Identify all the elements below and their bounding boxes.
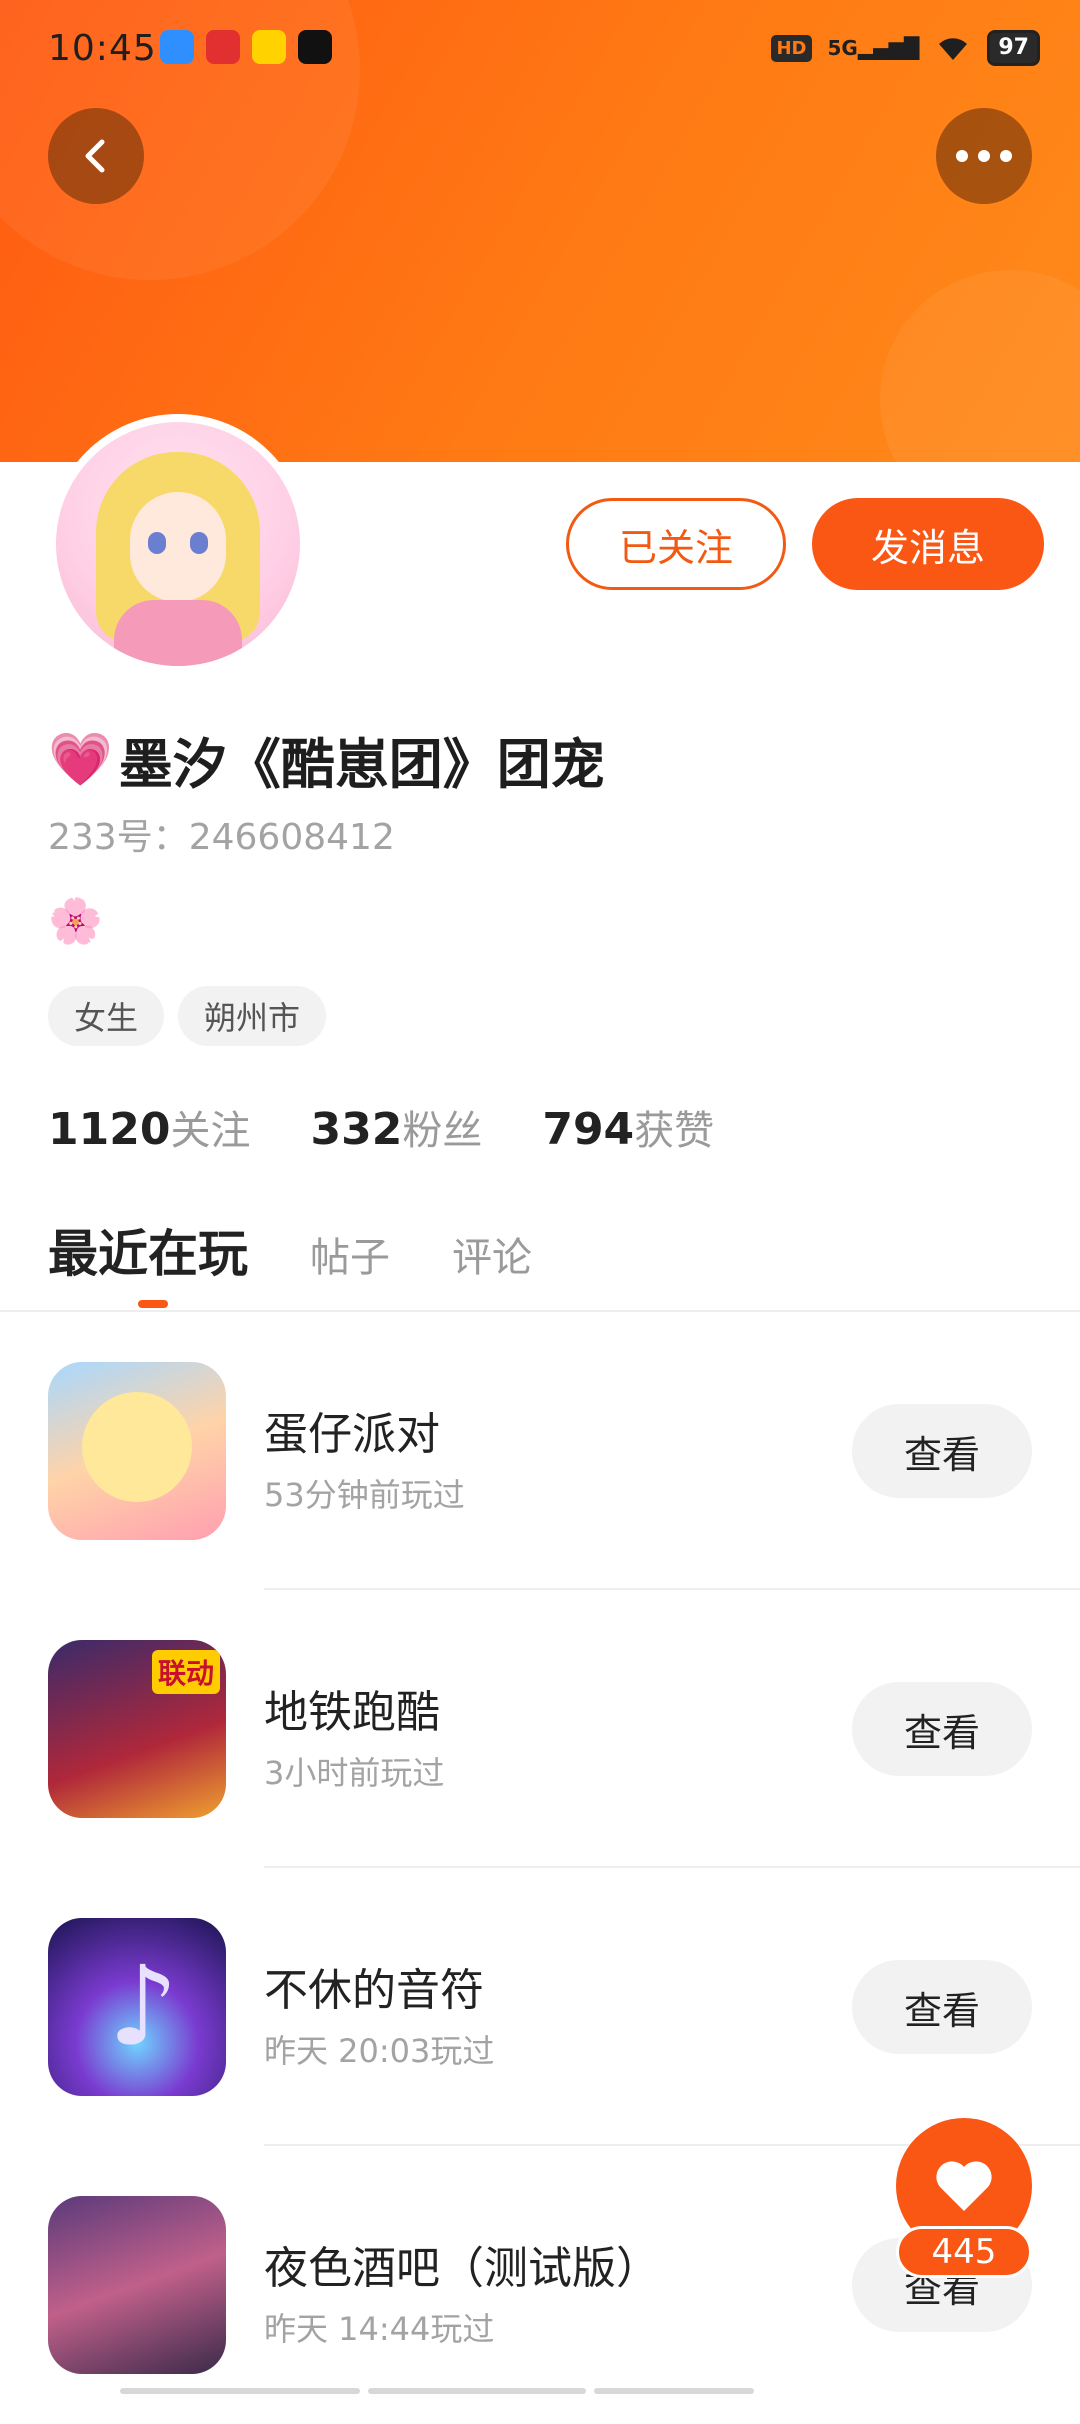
view-button[interactable]: 查看: [852, 1404, 1032, 1498]
stat-following[interactable]: 1120关注: [48, 1098, 250, 1156]
profile-tags: 女生 朔州市: [48, 986, 327, 1046]
more-dots-icon: [956, 150, 1012, 162]
view-button[interactable]: 查看: [852, 1960, 1032, 2054]
app-notification-icon: [160, 30, 194, 64]
tiktok-icon: [298, 30, 332, 64]
game-last-played: 昨天 20:03玩过: [264, 2032, 495, 2070]
list-item[interactable]: ♪ 不休的音符 昨天 20:03玩过 查看: [0, 1868, 1080, 2146]
chevron-left-icon: [85, 139, 105, 173]
stat-number: 794: [542, 1104, 635, 1155]
app-notification-icon: [206, 30, 240, 64]
banner-decoration: [880, 270, 1080, 462]
game-title: 不休的音符: [264, 1965, 484, 2016]
network-type: 5G: [827, 36, 858, 60]
battery-indicator: 97: [987, 30, 1040, 66]
game-last-played: 3小时前玩过: [264, 1754, 445, 1792]
tab-comments[interactable]: 评论: [452, 1225, 532, 1283]
game-badge: 联动: [151, 1650, 220, 1694]
more-button[interactable]: [936, 108, 1032, 204]
stat-label: 粉丝: [402, 1108, 483, 1154]
list-item[interactable]: 联动 地铁跑酷 3小时前玩过 查看: [0, 1590, 1080, 1868]
user-id: 233号：246608412: [48, 817, 395, 858]
view-button[interactable]: 查看: [852, 1682, 1032, 1776]
game-icon: ♪: [48, 1918, 226, 2096]
game-last-played: 53分钟前玩过: [264, 1476, 465, 1514]
network-indicator: 5G▂▄▆█: [827, 36, 920, 60]
tag-location: 朔州市: [178, 986, 327, 1046]
status-right: HD 5G▂▄▆█ 97: [771, 30, 1040, 66]
stat-label: 获赞: [634, 1108, 715, 1154]
back-button[interactable]: [48, 108, 144, 204]
hd-indicator: HD: [771, 34, 812, 62]
stat-followers[interactable]: 332粉丝: [310, 1098, 482, 1156]
status-time: 10:45: [48, 28, 157, 69]
heart-emoji-icon: 💗: [48, 730, 113, 790]
profile-tabs: 最近在玩 帖子 评论: [48, 1214, 532, 1308]
profile-name: 💗 墨汐《酷崽团》团宠: [48, 720, 605, 799]
following-button[interactable]: 已关注: [566, 498, 786, 590]
game-title: 地铁跑酷: [264, 1687, 440, 1738]
game-last-played: 昨天 14:44玩过: [264, 2310, 495, 2348]
game-title: 夜色酒吧（测试版）: [264, 2243, 660, 2294]
gesture-bar: [120, 2388, 754, 2394]
profile-stats: 1120关注 332粉丝 794获赞: [48, 1098, 714, 1156]
wifi-icon: [939, 38, 968, 60]
tab-posts[interactable]: 帖子: [310, 1225, 390, 1283]
status-app-icons: [160, 30, 332, 64]
app-notification-icon: [252, 30, 286, 64]
avatar-image: [56, 422, 300, 666]
game-icon: [48, 1362, 226, 1540]
stat-number: 332: [310, 1104, 403, 1155]
avatar[interactable]: [48, 414, 308, 674]
stat-likes[interactable]: 794获赞: [542, 1098, 714, 1156]
stat-label: 关注: [170, 1108, 251, 1154]
game-title: 蛋仔派对: [264, 1409, 440, 1460]
game-icon: [48, 2196, 226, 2374]
status-bar: 10:45 HD 5G▂▄▆█ 97: [0, 0, 1080, 100]
profile-banner: 10:45 HD 5G▂▄▆█ 97: [0, 0, 1080, 462]
send-message-button[interactable]: 发消息: [812, 498, 1044, 590]
heart-icon: [936, 2161, 992, 2211]
profile-name-text: 墨汐《酷崽团》团宠: [118, 733, 605, 796]
signature: 🌸: [48, 896, 103, 947]
tag-gender: 女生: [48, 986, 165, 1046]
list-item[interactable]: 蛋仔派对 53分钟前玩过 查看: [0, 1312, 1080, 1590]
like-count-badge: 445: [896, 2226, 1032, 2278]
game-icon: 联动: [48, 1640, 226, 1818]
stat-number: 1120: [48, 1104, 171, 1155]
tab-recently-played[interactable]: 最近在玩: [48, 1214, 248, 1308]
